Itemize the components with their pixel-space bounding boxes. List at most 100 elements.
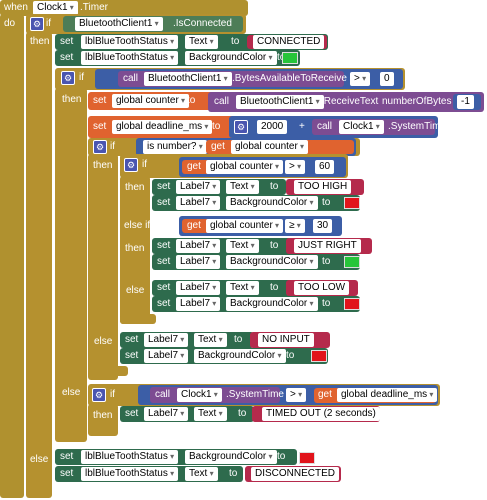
n60-number[interactable]: 60	[315, 160, 335, 174]
var-dropdown[interactable]: global counter	[231, 140, 309, 154]
property-dropdown[interactable]: Text	[194, 333, 227, 347]
red-color-swatch[interactable]	[311, 350, 327, 362]
set-label7-bgcolor-block[interactable]: set Label7 BackgroundColor to	[152, 254, 360, 270]
bt-component-dropdown[interactable]: BluetoothClient1	[236, 95, 324, 109]
component-dropdown[interactable]: Label7	[176, 255, 221, 269]
set-label7-bgcolor-block[interactable]: set Label7 BackgroundColor to	[120, 348, 328, 364]
property-dropdown[interactable]: BackgroundColor	[194, 349, 286, 363]
property-dropdown[interactable]: Text	[185, 467, 218, 481]
component-dropdown[interactable]: lblBlueToothStatus	[81, 35, 179, 49]
get-counter-block[interactable]: get global counter	[206, 140, 354, 154]
property-dropdown[interactable]: BackgroundColor	[185, 450, 277, 464]
mutator-gear-icon[interactable]: ⚙	[124, 158, 138, 172]
property-dropdown[interactable]: BackgroundColor	[226, 255, 318, 269]
property-dropdown[interactable]: Text	[226, 180, 259, 194]
set-deadline-block[interactable]: set global deadline_ms to	[88, 116, 234, 138]
connected-text-block[interactable]: CONNECTED	[247, 35, 327, 49]
toohigh-text[interactable]: TOO HIGH	[294, 180, 352, 194]
property-dropdown[interactable]: BackgroundColor	[185, 51, 277, 65]
component-dropdown[interactable]: lblBlueToothStatus	[81, 51, 179, 65]
red-color-swatch[interactable]	[344, 197, 360, 209]
isconnected-getter[interactable]: BluetoothClient1 .IsConnected	[63, 16, 243, 32]
mutator-gear-icon[interactable]: ⚙	[234, 120, 248, 134]
isnumber-dropdown[interactable]: is number?	[143, 140, 207, 154]
set-label7-text-block[interactable]: set Label7 Text to	[120, 406, 254, 422]
toolow-text[interactable]: TOO LOW	[294, 281, 350, 295]
compare-operator-dropdown[interactable]: >	[350, 72, 371, 86]
set-label7-text-block[interactable]: set Label7 Text to	[152, 280, 298, 296]
disconnected-text-block[interactable]: DISCONNECTED	[245, 466, 341, 482]
clock-dropdown[interactable]: Clock1	[33, 1, 78, 15]
toohigh-text-block[interactable]: TOO HIGH	[286, 179, 364, 195]
set-label7-bgcolor-block[interactable]: set Label7 BackgroundColor to	[152, 296, 360, 312]
var-dropdown[interactable]: global deadline_ms	[112, 120, 213, 134]
component-dropdown[interactable]: lblBlueToothStatus	[81, 467, 179, 481]
neg1-number[interactable]: -1	[457, 95, 474, 109]
get-counter-block[interactable]: get global counter	[182, 160, 284, 174]
component-dropdown[interactable]: Label7	[176, 281, 221, 295]
n30-number[interactable]: 30	[313, 219, 333, 233]
component-dropdown[interactable]: Label7	[176, 239, 221, 253]
compare-operator-dropdown[interactable]: ≥	[285, 219, 305, 233]
systemtime-call[interactable]: call Clock1 .SystemTime	[150, 387, 284, 403]
green-color-swatch[interactable]	[344, 256, 360, 268]
property-dropdown[interactable]: BackgroundColor	[226, 297, 318, 311]
n2000-number[interactable]: 2000	[257, 120, 288, 134]
noinput-text[interactable]: NO INPUT	[258, 333, 314, 347]
var-dropdown[interactable]: global deadline_ms	[337, 388, 438, 402]
connected-text[interactable]: CONNECTED	[253, 35, 325, 49]
receive-text-call[interactable]: call BluetoothClient1 .ReceiveText numbe…	[208, 92, 484, 112]
mutator-gear-icon[interactable]: ⚙	[61, 71, 75, 85]
component-dropdown[interactable]: Label7	[176, 297, 221, 311]
property-dropdown[interactable]: Text	[185, 35, 218, 49]
property-dropdown[interactable]: Text	[226, 239, 259, 253]
neg1-number-block[interactable]: -1	[453, 94, 481, 110]
set-label7-bgcolor-block[interactable]: set Label7 BackgroundColor to	[152, 195, 360, 211]
property-dropdown[interactable]: BackgroundColor	[226, 196, 318, 210]
else-keyword: else	[126, 285, 145, 296]
timedout-text[interactable]: TIMED OUT (2 seconds)	[262, 407, 380, 421]
clock-dropdown[interactable]: Clock1	[339, 120, 384, 134]
mutator-gear-icon[interactable]: ⚙	[30, 17, 44, 31]
component-dropdown[interactable]: Label7	[176, 180, 221, 194]
set-keyword: set	[125, 350, 139, 361]
set-status-bgcolor-block[interactable]: set lblBlueToothStatus BackgroundColor t…	[55, 50, 300, 66]
mutator-gear-icon[interactable]: ⚙	[92, 388, 106, 402]
justright-text-block[interactable]: JUST RIGHT	[286, 238, 372, 254]
bt-component-dropdown[interactable]: BluetoothClient1	[144, 72, 232, 86]
var-dropdown[interactable]: global counter	[206, 160, 284, 174]
component-dropdown[interactable]: lblBlueToothStatus	[81, 450, 179, 464]
property-dropdown[interactable]: Text	[226, 281, 259, 295]
set-status-bgcolor-block[interactable]: set lblBlueToothStatus BackgroundColor t…	[55, 449, 297, 465]
get-deadline-block[interactable]: get global deadline_ms	[314, 388, 438, 403]
set-label7-text-block[interactable]: set Label7 Text to	[152, 179, 286, 195]
justright-text[interactable]: JUST RIGHT	[294, 239, 361, 253]
set-counter-block[interactable]: set global counter to	[88, 92, 214, 110]
get-counter-block[interactable]: get global counter	[182, 219, 284, 233]
component-dropdown[interactable]: Label7	[144, 333, 189, 347]
timedout-text-block[interactable]: TIMED OUT (2 seconds)	[252, 406, 380, 422]
component-dropdown[interactable]: Label7	[176, 196, 221, 210]
bt-component-dropdown[interactable]: BluetoothClient1	[75, 17, 163, 31]
compare-operator-dropdown[interactable]: >	[286, 388, 307, 402]
toolow-text-block[interactable]: TOO LOW	[286, 280, 358, 296]
component-dropdown[interactable]: Label7	[144, 349, 189, 363]
zero-number[interactable]: 0	[380, 72, 394, 86]
noinput-text-block[interactable]: NO INPUT	[250, 332, 330, 348]
green-color-swatch[interactable]	[282, 52, 298, 64]
disconnected-text[interactable]: DISCONNECTED	[251, 467, 340, 481]
bytes-available-call[interactable]: call BluetoothClient1 .BytesAvailableToR…	[118, 71, 347, 87]
compare-operator-dropdown[interactable]: >	[285, 160, 306, 174]
red-color-swatch[interactable]	[299, 452, 315, 464]
var-dropdown[interactable]: global counter	[206, 219, 284, 233]
component-dropdown[interactable]: Label7	[144, 407, 189, 421]
mutator-gear-icon[interactable]: ⚙	[93, 140, 107, 154]
clock-dropdown[interactable]: Clock1	[177, 388, 222, 402]
set-status-text-block[interactable]: set lblBlueToothStatus Text to	[55, 466, 243, 482]
red-color-swatch[interactable]	[344, 298, 360, 310]
var-dropdown[interactable]: global counter	[112, 94, 190, 108]
set-label7-text-block[interactable]: set Label7 Text to	[152, 238, 298, 254]
property-dropdown[interactable]: Text	[194, 407, 227, 421]
set-label7-text-block[interactable]: set Label7 Text to	[120, 332, 254, 348]
systemtime-call[interactable]: call Clock1 .SystemTime	[312, 119, 446, 135]
